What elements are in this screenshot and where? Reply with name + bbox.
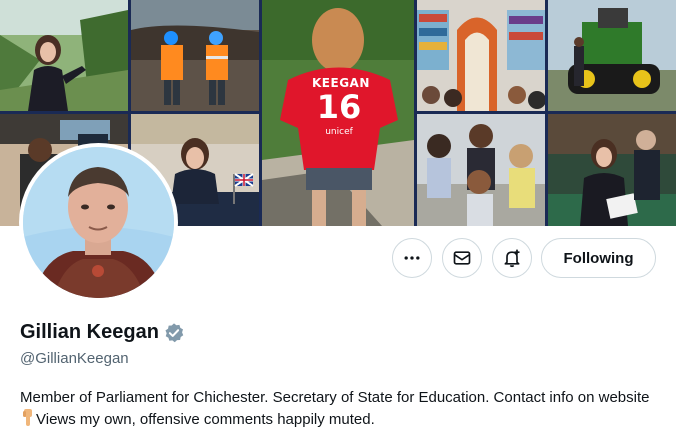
bell-plus-icon: [504, 249, 520, 268]
more-icon: [404, 256, 420, 260]
profile-bio: Member of Parliament for Chichester. Sec…: [20, 387, 660, 431]
banner-photo-library: [417, 0, 545, 111]
banner-photo-jersey: KEEGAN 16 unicef: [262, 0, 414, 226]
banner-photo-greenhouse: [0, 0, 128, 111]
profile-avatar[interactable]: [19, 143, 178, 302]
banner-photo-construction: [131, 0, 259, 111]
profile-name-row: Gillian Keegan: [20, 321, 185, 344]
banner-photo-parliament: [548, 114, 676, 226]
verified-badge-icon[interactable]: [163, 322, 185, 344]
more-button[interactable]: [392, 238, 432, 278]
banner-photo-children: [417, 114, 545, 226]
following-button[interactable]: Following: [541, 238, 656, 278]
envelope-icon: [453, 251, 471, 265]
bio-text-part1: Member of Parliament for Chichester. Sec…: [20, 389, 650, 406]
profile-handle: @GillianKeegan: [20, 350, 129, 367]
jersey-number-text: 16: [316, 88, 362, 126]
profile-name: Gillian Keegan: [20, 321, 159, 343]
notifications-button[interactable]: [492, 238, 532, 278]
avatar-image: [23, 147, 174, 298]
point-down-emoji-icon: [23, 409, 32, 426]
jersey-logo-text: unicef: [325, 127, 353, 137]
banner-photo-tractor: [548, 0, 676, 111]
message-button[interactable]: [442, 238, 482, 278]
bio-text-part2: Views my own, offensive comments happily…: [36, 411, 375, 428]
